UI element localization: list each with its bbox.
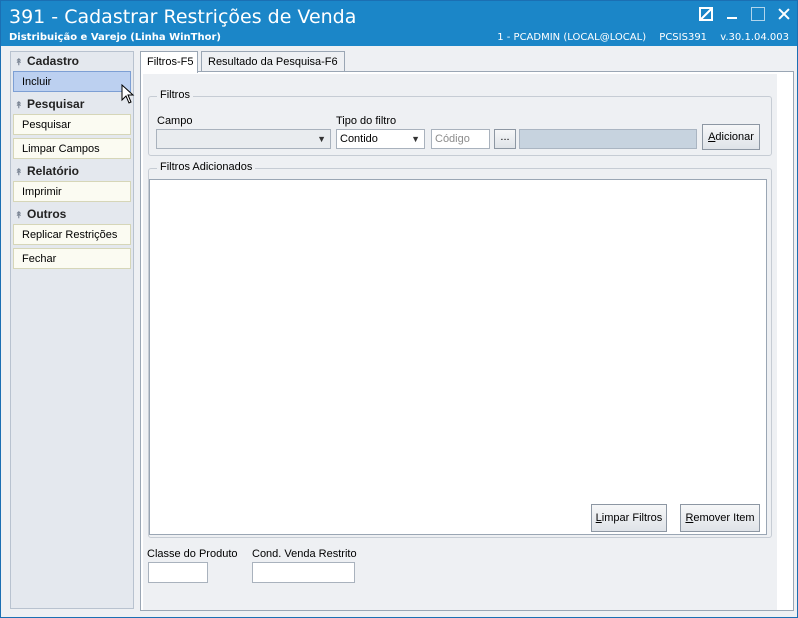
session-user: 1 - PCADMIN (LOCAL@LOCAL) bbox=[497, 32, 647, 43]
chevron-up-icon: ↟ bbox=[15, 100, 23, 110]
filters-group-label: Filtros bbox=[157, 89, 193, 101]
added-filters-group: Filtros Adicionados Limpar Filtros Remov… bbox=[148, 161, 772, 538]
sidebar-group-outros[interactable]: ↟ Outros bbox=[11, 205, 133, 223]
sidebar-group-relatorio[interactable]: ↟ Relatório bbox=[11, 162, 133, 180]
sidebar-group-label: Pesquisar bbox=[27, 97, 85, 111]
cond-venda-input[interactable] bbox=[252, 562, 355, 583]
remover-item-button[interactable]: Remover Item bbox=[680, 504, 760, 532]
sidebar-group-label: Cadastro bbox=[27, 54, 80, 68]
pin-icon[interactable] bbox=[699, 7, 713, 21]
tipo-filtro-select[interactable]: Contido ▼ bbox=[336, 129, 425, 149]
adicionar-label: dicionar bbox=[715, 131, 754, 143]
sidebar-item-fechar[interactable]: Fechar bbox=[13, 248, 131, 269]
mouse-cursor-icon bbox=[121, 84, 135, 104]
added-filters-list[interactable]: Limpar Filtros Remover Item bbox=[149, 179, 767, 535]
session-info: 1 - PCADMIN (LOCAL@LOCAL) PCSIS391 v.30.… bbox=[487, 32, 789, 43]
sidebar-item-incluir[interactable]: Incluir bbox=[13, 71, 131, 92]
sidebar-item-limpar-campos[interactable]: Limpar Campos bbox=[13, 138, 131, 159]
close-icon[interactable] bbox=[777, 7, 791, 21]
sidebar-item-replicar-restricoes[interactable]: Replicar Restrições bbox=[13, 224, 131, 245]
limpar-filtros-label: impar Filtros bbox=[601, 512, 663, 524]
session-version: v.30.1.04.003 bbox=[720, 32, 789, 43]
chevron-up-icon: ↟ bbox=[15, 210, 23, 220]
session-module: PCSIS391 bbox=[659, 32, 708, 43]
lookup-button[interactable]: ... bbox=[494, 129, 516, 149]
window-title: 391 - Cadastrar Restrições de Venda bbox=[9, 6, 357, 28]
window-controls bbox=[699, 7, 791, 21]
minimize-icon[interactable] bbox=[725, 7, 739, 21]
classe-produto-input[interactable] bbox=[148, 562, 208, 583]
limpar-filtros-button[interactable]: Limpar Filtros bbox=[591, 504, 667, 532]
campo-select[interactable]: ▼ bbox=[156, 129, 331, 149]
filters-panel: Filtros Campo ▼ Tipo do filtro Contido ▼… bbox=[143, 74, 777, 610]
sidebar-group-label: Outros bbox=[27, 207, 67, 221]
chevron-up-icon: ↟ bbox=[15, 57, 23, 67]
chevron-down-icon: ▼ bbox=[411, 134, 420, 144]
codigo-input[interactable]: Código bbox=[431, 129, 490, 149]
sidebar: ↟ Cadastro Incluir ↟ Pesquisar Pesquisar… bbox=[10, 51, 134, 609]
tab-resultado-pesquisa[interactable]: Resultado da Pesquisa-F6 bbox=[201, 51, 345, 72]
sidebar-group-pesquisar[interactable]: ↟ Pesquisar bbox=[11, 95, 133, 113]
added-filters-label: Filtros Adicionados bbox=[157, 161, 256, 173]
maximize-icon[interactable] bbox=[751, 7, 765, 21]
title-bar: 391 - Cadastrar Restrições de Venda Dist… bbox=[1, 1, 797, 46]
chevron-up-icon: ↟ bbox=[15, 167, 23, 177]
descricao-field bbox=[519, 129, 697, 149]
tab-content: Filtros Campo ▼ Tipo do filtro Contido ▼… bbox=[140, 71, 794, 611]
sidebar-group-label: Relatório bbox=[27, 164, 80, 178]
tipo-filtro-label: Tipo do filtro bbox=[336, 115, 397, 127]
remover-item-label: emover Item bbox=[693, 512, 755, 524]
adicionar-button[interactable]: Adicionar bbox=[702, 124, 760, 150]
cond-venda-label: Cond. Venda Restrito bbox=[252, 548, 357, 560]
tipo-filtro-value: Contido bbox=[340, 133, 378, 145]
sidebar-group-cadastro[interactable]: ↟ Cadastro bbox=[11, 52, 133, 70]
tab-filtros[interactable]: Filtros-F5 bbox=[140, 51, 198, 73]
sidebar-item-pesquisar[interactable]: Pesquisar bbox=[13, 114, 131, 135]
classe-produto-label: Classe do Produto bbox=[147, 548, 238, 560]
filters-group: Filtros Campo ▼ Tipo do filtro Contido ▼… bbox=[148, 89, 772, 156]
chevron-down-icon: ▼ bbox=[317, 134, 326, 144]
window-subtitle: Distribuição e Varejo (Linha WinThor) bbox=[9, 32, 221, 43]
campo-label: Campo bbox=[157, 115, 193, 127]
sidebar-item-imprimir[interactable]: Imprimir bbox=[13, 181, 131, 202]
app-window: 391 - Cadastrar Restrições de Venda Dist… bbox=[0, 0, 798, 618]
